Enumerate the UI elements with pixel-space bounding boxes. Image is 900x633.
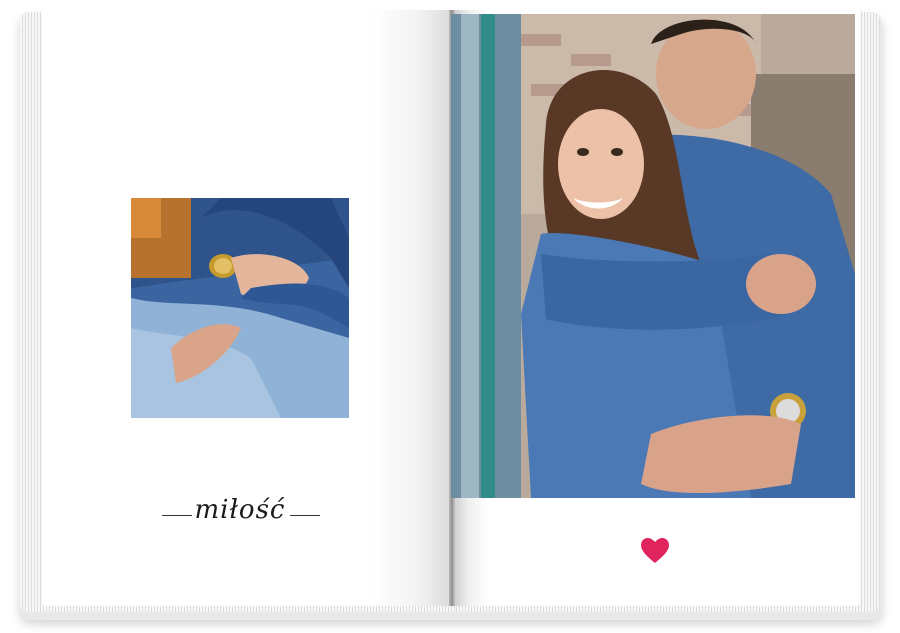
caption-flourish-right: [290, 515, 320, 516]
couple-hands-photo: [131, 198, 349, 418]
couple-embrace-photo: [451, 14, 855, 498]
heart-icon: [641, 538, 669, 563]
